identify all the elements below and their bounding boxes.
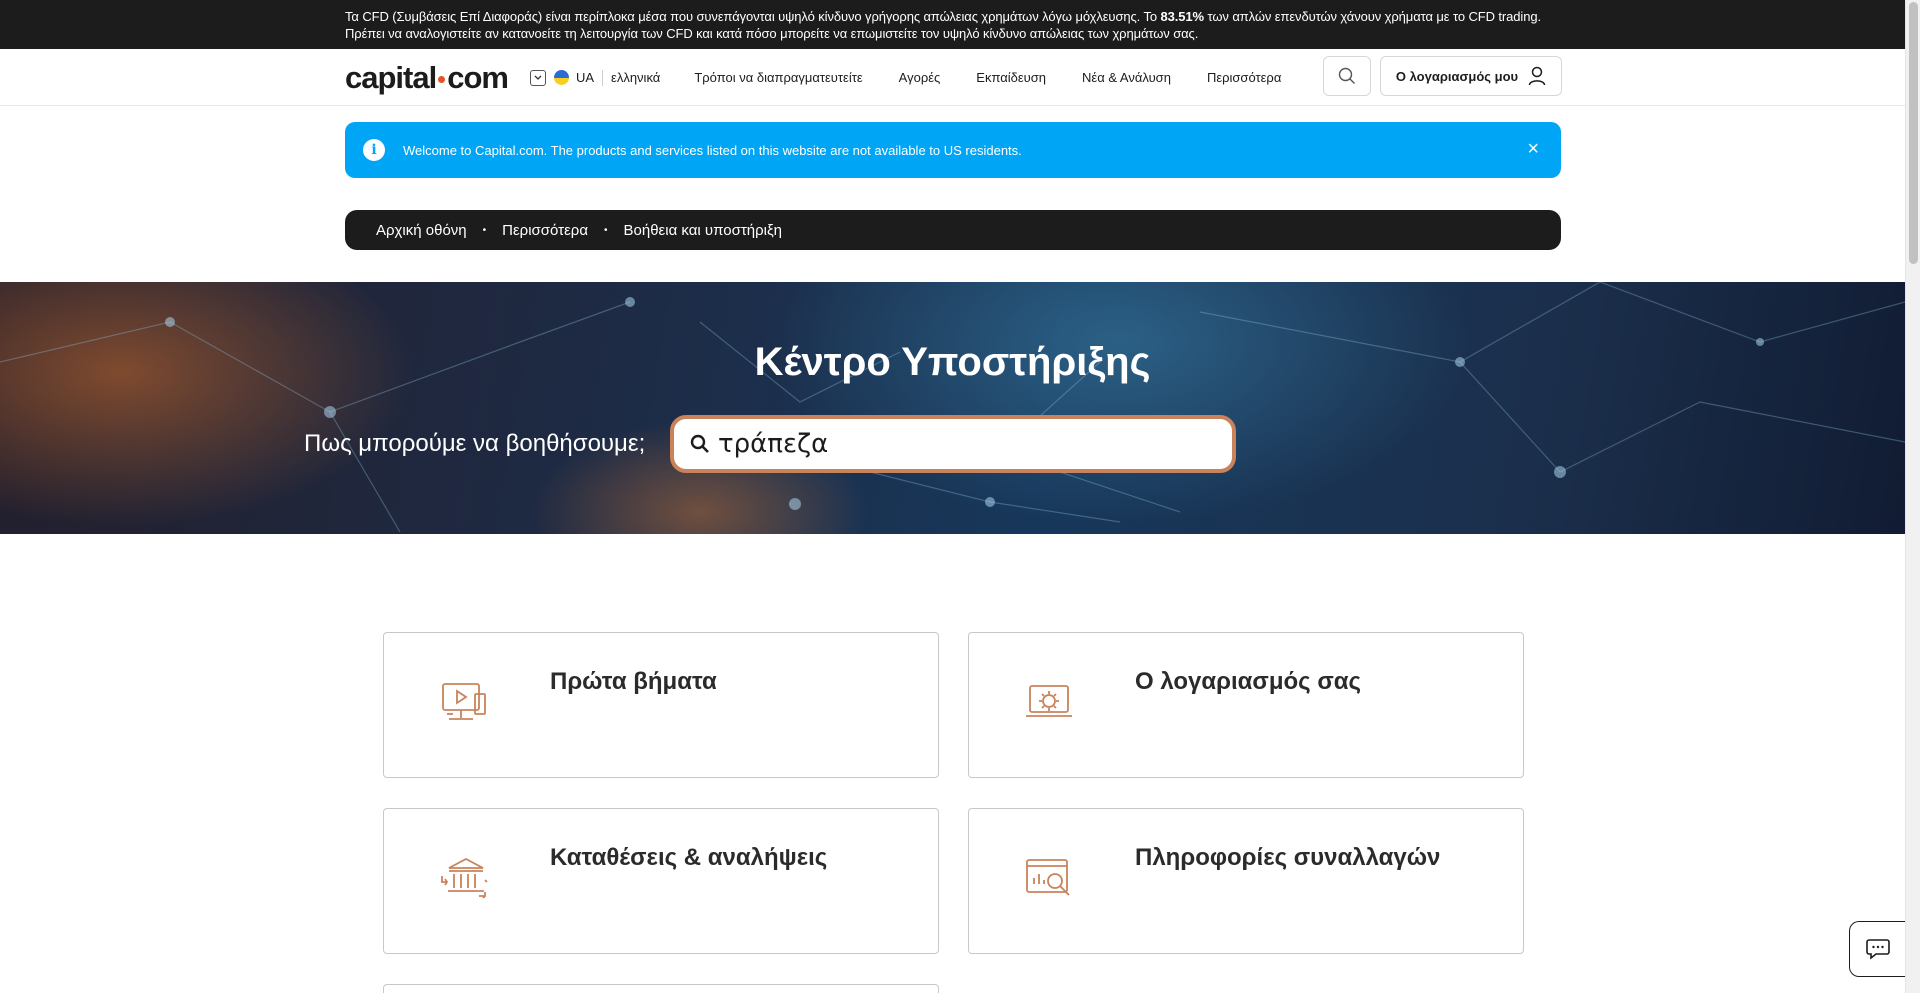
risk-percent: 83.51%: [1160, 9, 1205, 24]
support-hero: Κέντρο Υποστήριξης Πως μπορούμε να βοηθή…: [0, 282, 1905, 534]
risk-text-part1: Τα CFD (Συμβάσεις Επί Διαφοράς) είναι πε…: [345, 9, 1161, 24]
main-nav: Τρόποι να διαπραγματευτείτε Αγορές Εκπαί…: [694, 70, 1317, 85]
page-scrollbar[interactable]: [1905, 0, 1920, 993]
support-search-input[interactable]: [718, 429, 1188, 459]
country-code: UA: [575, 70, 595, 85]
nav-news-analysis[interactable]: Νέα & Ανάλυση: [1082, 70, 1171, 85]
category-card-deposits-withdrawals[interactable]: Καταθέσεις & αναλήψεις: [383, 808, 939, 954]
us-residents-alert: i Welcome to Capital.com. The products a…: [345, 122, 1561, 178]
breadcrumb-more[interactable]: Περισσότερα: [502, 222, 588, 239]
trading-analytics-icon: [1026, 859, 1070, 896]
nav-ways-to-trade[interactable]: Τρόποι να διαπραγματευτείτε: [694, 70, 862, 85]
info-icon: i: [363, 139, 385, 161]
category-card-getting-started[interactable]: Πρώτα βήματα: [383, 632, 939, 778]
risk-warning-banner: Τα CFD (Συμβάσεις Επί Διαφοράς) είναι πε…: [0, 0, 1905, 49]
chat-icon: [1865, 939, 1890, 960]
lang-divider: [602, 69, 604, 86]
my-account-label: Ο λογαριασμός μου: [1395, 68, 1519, 84]
logo-text-left: capital: [345, 59, 437, 95]
user-icon: [1528, 66, 1546, 86]
search-icon: [690, 434, 709, 453]
hero-network-background: [0, 282, 1905, 533]
breadcrumb-separator: •: [604, 224, 608, 236]
category-title: Ο λογαριασμός σας: [1135, 668, 1361, 695]
bank-transfer-icon: [441, 857, 488, 899]
breadcrumb-separator: •: [482, 224, 487, 236]
video-tutorial-icon: [442, 683, 486, 720]
alert-text: Welcome to Capital.com. The products and…: [403, 142, 1022, 158]
category-card-your-account[interactable]: Ο λογαριασμός σας: [968, 632, 1524, 778]
chevron-down-icon: [529, 69, 546, 86]
category-title: Καταθέσεις & αναλήψεις: [550, 844, 828, 871]
header-search-button[interactable]: [1323, 56, 1371, 96]
ukraine-flag-icon: [553, 70, 569, 85]
category-card-partial[interactable]: [383, 984, 939, 993]
language-selector[interactable]: UA ελληνικά: [529, 69, 661, 86]
nav-education[interactable]: Εκπαίδευση: [976, 70, 1046, 85]
scrollbar-thumb[interactable]: [1909, 2, 1918, 264]
hero-prompt: Πως μπορούμε να βοηθήσουμε;: [304, 430, 646, 457]
category-title: Πληροφορίες συναλλαγών: [1135, 844, 1441, 871]
category-card-trading-info[interactable]: Πληροφορίες συναλλαγών: [968, 808, 1524, 954]
hero-title: Κέντρο Υποστήριξης: [754, 340, 1151, 384]
nav-markets[interactable]: Αγορές: [899, 70, 941, 85]
support-search-box[interactable]: [670, 415, 1236, 473]
logo-text-right: com: [447, 59, 509, 95]
page: Τα CFD (Συμβάσεις Επί Διαφοράς) είναι πε…: [0, 0, 1905, 993]
nav-more[interactable]: Περισσότερα: [1207, 70, 1281, 85]
breadcrumb-home[interactable]: Αρχική οθόνη: [376, 222, 467, 239]
breadcrumb-help-support[interactable]: Βοήθεια και υποστήριξη: [624, 222, 783, 239]
capital-logo[interactable]: capital com: [345, 59, 509, 96]
breadcrumb: Αρχική οθόνη • Περισσότερα • Βοήθεια και…: [345, 210, 1561, 250]
logo-dot: [438, 76, 446, 83]
live-chat-button[interactable]: [1849, 921, 1905, 977]
search-icon: [1338, 67, 1355, 84]
language-name: ελληνικά: [611, 70, 661, 85]
my-account-button[interactable]: Ο λογαριασμός μου: [1380, 56, 1562, 96]
risk-warning-text: Τα CFD (Συμβάσεις Επί Διαφοράς) είναι πε…: [345, 0, 1561, 42]
site-header: capital com UA ελληνικά Τρόποι να διαπραγ…: [0, 49, 1905, 106]
close-icon[interactable]: ×: [1527, 139, 1539, 159]
category-title: Πρώτα βήματα: [550, 668, 717, 695]
account-settings-icon: [1026, 685, 1072, 717]
